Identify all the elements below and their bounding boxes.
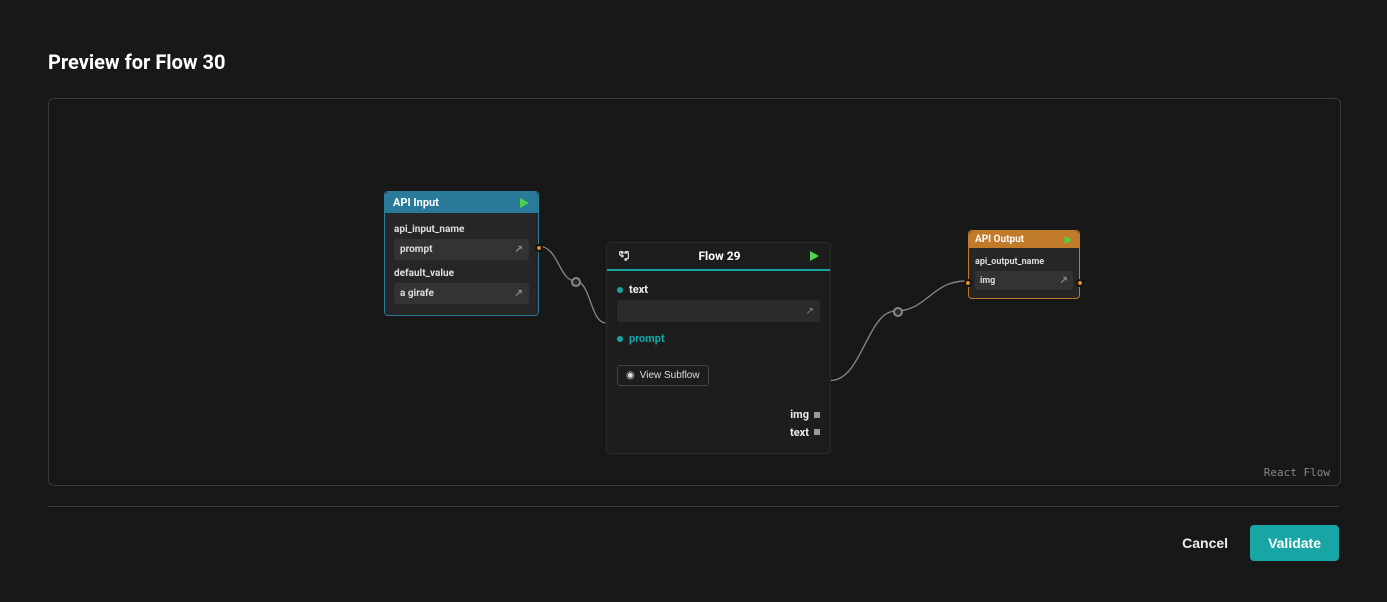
field-input-default-value[interactable]: a girafe ↗: [394, 283, 529, 304]
node-api-input[interactable]: API Input api_input_name prompt ↗ defaul…: [384, 191, 539, 316]
port-dot-icon: [617, 287, 623, 293]
field-value: a girafe: [400, 288, 434, 299]
external-link-icon[interactable]: ↗: [1060, 275, 1068, 286]
port-label-prompt: prompt: [629, 332, 665, 345]
field-input-api-input-name[interactable]: prompt ↗: [394, 239, 529, 260]
view-subflow-label: View Subflow: [640, 370, 700, 381]
field-input-api-output-name[interactable]: img ↗: [975, 271, 1073, 290]
node-title: Flow 29: [698, 249, 740, 263]
input-port-prompt[interactable]: prompt: [617, 332, 820, 345]
canvas-attribution: React Flow: [1264, 466, 1330, 479]
external-link-icon[interactable]: ↗: [515, 244, 523, 255]
field-label-api-output-name: api_output_name: [975, 257, 1073, 267]
eye-icon: ◉: [626, 370, 635, 381]
output-port[interactable]: [535, 244, 543, 252]
port-label: text: [790, 424, 809, 442]
page-title: Preview for Flow 30: [48, 50, 1339, 74]
play-icon[interactable]: [1063, 235, 1073, 245]
play-icon[interactable]: [808, 250, 820, 262]
node-header[interactable]: API Output: [969, 231, 1079, 248]
output-port-text[interactable]: text: [617, 424, 820, 442]
footer: Cancel Validate: [48, 506, 1339, 561]
field-label-api-input-name: api_input_name: [394, 224, 529, 235]
node-api-output[interactable]: API Output api_output_name img ↗: [968, 230, 1080, 299]
edge-handle[interactable]: [893, 307, 903, 317]
field-value: prompt: [400, 244, 432, 255]
port-handle-icon: [814, 412, 820, 418]
external-link-icon[interactable]: ↗: [806, 306, 814, 317]
field-value: img: [980, 276, 995, 286]
port-dot-icon: [617, 336, 623, 342]
output-port[interactable]: [1076, 279, 1084, 287]
play-icon[interactable]: [518, 197, 530, 209]
node-title: API Input: [393, 196, 439, 209]
input-port[interactable]: [964, 279, 972, 287]
port-handle-icon: [814, 429, 820, 435]
flow-icon: [617, 249, 631, 263]
edge-handle[interactable]: [571, 277, 581, 287]
node-flow-29[interactable]: Flow 29 text ↗ prompt ◉: [606, 242, 831, 454]
external-link-icon[interactable]: ↗: [515, 288, 523, 299]
validate-button[interactable]: Validate: [1250, 525, 1339, 561]
text-input[interactable]: ↗: [617, 300, 820, 322]
node-title: API Output: [975, 234, 1024, 245]
view-subflow-button[interactable]: ◉ View Subflow: [617, 365, 709, 386]
node-header[interactable]: Flow 29: [607, 243, 830, 271]
output-port-img[interactable]: img: [617, 406, 820, 424]
flow-canvas[interactable]: API Input api_input_name prompt ↗ defaul…: [48, 98, 1341, 486]
port-label: img: [790, 406, 809, 424]
cancel-button[interactable]: Cancel: [1182, 535, 1228, 551]
input-port-text[interactable]: text: [617, 283, 820, 296]
field-label-default-value: default_value: [394, 268, 529, 279]
node-header[interactable]: API Input: [385, 192, 538, 213]
port-label: text: [629, 283, 648, 296]
